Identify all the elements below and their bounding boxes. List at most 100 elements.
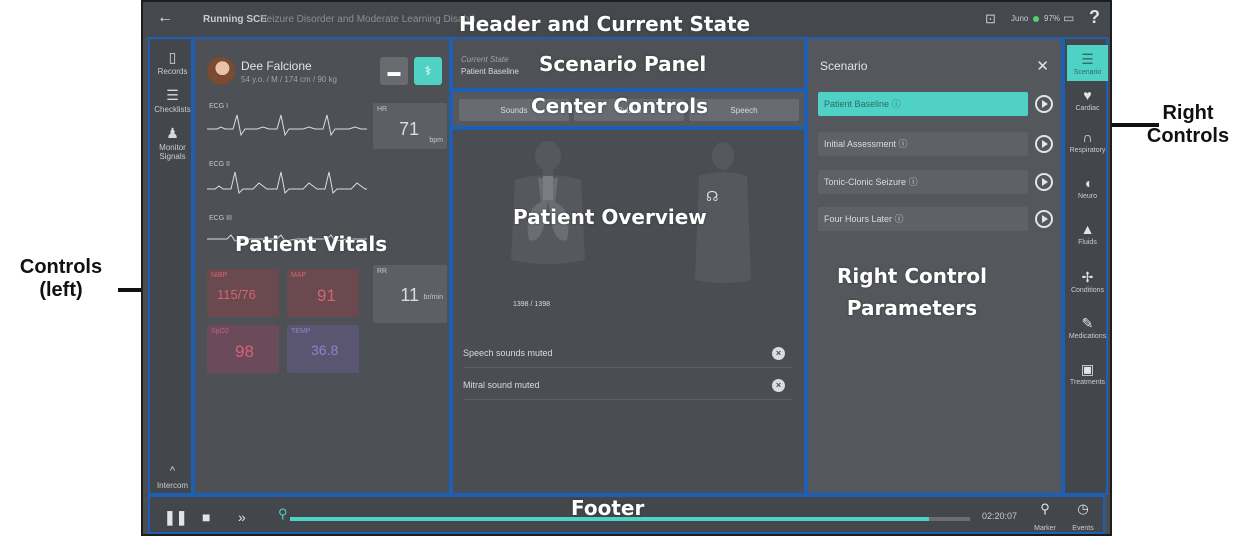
rnav-neuro-label: Neuro (1077, 193, 1098, 200)
running-label: Running SCE (203, 14, 267, 25)
scenario-state-patient-baseline[interactable]: Patient Baseline ⓘ (818, 92, 1028, 116)
nibp-card[interactable]: NIBP 115/76 (207, 269, 279, 317)
avatar (207, 57, 235, 85)
ecg-lead-3-label: ECG III (209, 215, 232, 222)
speech-muted-label: Speech sounds muted (463, 348, 553, 358)
nav-monitor-signals-label: Monitor Signals (159, 143, 186, 161)
resp-rate-unit: br/min (423, 294, 443, 301)
monitor-toggle-button[interactable]: ⚕ (414, 57, 442, 85)
nibp-value: 115/76 (217, 287, 256, 302)
spo2-card[interactable]: SpO2 98 (207, 325, 279, 373)
monitor-signals-icon: ♟ (166, 125, 179, 141)
heart-rate-box[interactable]: HR 71 bpm (373, 103, 447, 149)
scenario-state-four-hours-later[interactable]: Four Hours Later ⓘ (818, 207, 1028, 231)
heart-rate-label: HR (377, 106, 388, 113)
fast-forward-icon[interactable]: » (238, 509, 246, 525)
header-annotation: Header and Current State (459, 12, 751, 36)
rnav-cardiac-label: Cardiac (1075, 105, 1100, 112)
app-screenshot: ← Running SCE Seizure Disorder and Moder… (141, 0, 1112, 536)
droplet-icon: ▲ (1080, 221, 1095, 237)
marker-pin-icon: ⚲ (1040, 501, 1050, 516)
spo2-value: 98 (235, 342, 254, 361)
ecg-lead-1-label: ECG I (209, 103, 229, 110)
info-icon[interactable]: ⓘ (895, 214, 904, 224)
info-icon[interactable]: ⓘ (899, 139, 908, 149)
play-circle-icon[interactable] (1035, 135, 1053, 153)
rnav-respiratory[interactable]: ∩ Respiratory (1067, 129, 1108, 155)
stethoscope-icon[interactable]: ☊ (706, 188, 718, 205)
temp-label: TEMP (291, 328, 311, 335)
scenario-state-initial-assessment[interactable]: Initial Assessment ⓘ (818, 132, 1028, 156)
rnav-scenario[interactable]: ☰ Scenario (1067, 45, 1108, 81)
rnav-treatments-label: Treatments (1069, 379, 1106, 386)
marker-label: Marker (1034, 525, 1056, 532)
play-circle-icon[interactable] (1035, 95, 1053, 113)
lungs-icon: ∩ (1082, 129, 1093, 145)
map-label: MAP (291, 272, 307, 279)
checklist-icon: ☰ (166, 87, 179, 103)
spo2-label: SpO2 (211, 328, 229, 335)
speech-muted-row: Speech sounds muted × (463, 344, 793, 368)
current-state-label: Current State (461, 55, 509, 64)
temp-value: 36.8 (311, 342, 339, 358)
right-controls-panel: ☰ Scenario ♥ Cardiac ∩ Respiratory ◖ Neu… (1063, 37, 1108, 495)
resp-rate-box[interactable]: RR 11 br/min (373, 265, 447, 323)
back-arrow-icon[interactable]: ← (157, 9, 173, 27)
temp-card[interactable]: TEMP 36.8 (287, 325, 359, 373)
battery-icon: ▭ (1063, 11, 1075, 25)
resp-rate-label: RR (377, 268, 388, 275)
rnav-scenario-label: Scenario (1073, 69, 1102, 76)
heart-icon: ♥ (1083, 87, 1092, 103)
patient-overview-annotation: Patient Overview (513, 205, 707, 229)
play-circle-icon[interactable] (1035, 210, 1053, 228)
help-button[interactable]: ? (1089, 7, 1100, 28)
unmute-speech-close-icon[interactable]: × (772, 347, 785, 360)
left-controls-annotation: Controls (left) (19, 256, 103, 301)
rnav-medications[interactable]: ✎ Medications (1067, 315, 1108, 341)
rnav-fluids[interactable]: ▲ Fluids (1067, 221, 1108, 247)
scenario-title: Scenario (820, 59, 868, 73)
nav-records[interactable]: ▯ Records (150, 49, 195, 76)
chevron-up-icon: ^ (169, 465, 176, 477)
close-icon[interactable]: ✕ (1036, 57, 1049, 75)
rnav-conditions[interactable]: ✢ Conditions (1067, 269, 1108, 295)
rnav-cardiac[interactable]: ♥ Cardiac (1067, 87, 1108, 113)
patient-vitals-annotation: Patient Vitals (235, 232, 388, 256)
events-button[interactable]: ◷ Events (1068, 501, 1098, 534)
scenario-state-label: Initial Assessment (824, 139, 897, 149)
mitral-muted-label: Mitral sound muted (463, 380, 540, 390)
clipboard-icon: ▯ (168, 49, 177, 65)
heart-rate-value: 71 (398, 119, 419, 139)
overview-counter: 1398 / 1398 (513, 301, 550, 308)
pause-icon[interactable]: ❚❚ (164, 509, 187, 526)
patient-details: 54 y.o. / M / 174 cm / 90 kg (241, 75, 337, 84)
rnav-conditions-label: Conditions (1070, 287, 1105, 294)
marker-button[interactable]: ⚲ Marker (1030, 501, 1060, 534)
device-name: Juno (1011, 14, 1029, 23)
map-card[interactable]: MAP 91 (287, 269, 359, 317)
ecg-lead-2-label: ECG II (209, 161, 231, 168)
info-icon[interactable]: ⓘ (909, 177, 918, 187)
brain-icon: ◖ (1083, 175, 1092, 191)
rnav-treatments[interactable]: ▣ Treatments (1067, 361, 1108, 387)
rnav-neuro[interactable]: ◖ Neuro (1067, 175, 1108, 201)
patient-overview-panel: ☊ 1398 / 1398 Speech sounds muted × Mitr… (451, 128, 806, 495)
nav-monitor-signals[interactable]: ♟ Monitor Signals (150, 125, 195, 161)
right-params-annotation: Right Control Parameters (837, 264, 988, 320)
play-circle-icon[interactable] (1035, 173, 1053, 191)
scenario-state-label: Patient Baseline (824, 99, 890, 109)
events-label: Events (1072, 525, 1094, 532)
nav-checklists[interactable]: ☰ Checklists (150, 87, 195, 114)
unmute-mitral-close-icon[interactable]: × (772, 379, 785, 392)
scenario-state-tonic-clonic-seizure[interactable]: Tonic-Clonic Seizure ⓘ (818, 170, 1028, 194)
intercom-label: Intercom (156, 481, 189, 490)
monitor-layout-button[interactable]: ▬ (380, 57, 408, 85)
pill-icon: ✎ (1081, 315, 1094, 331)
stop-icon[interactable]: ■ (202, 509, 210, 525)
screen-share-icon[interactable]: ⊡ (985, 11, 996, 27)
intercom-button[interactable]: ^ Intercom (150, 463, 195, 490)
center-controls-annotation: Center Controls (531, 94, 709, 118)
clock-icon: ◷ (1077, 501, 1089, 516)
info-icon[interactable]: ⓘ (892, 99, 901, 109)
scenario-state-label: Four Hours Later (824, 214, 893, 224)
